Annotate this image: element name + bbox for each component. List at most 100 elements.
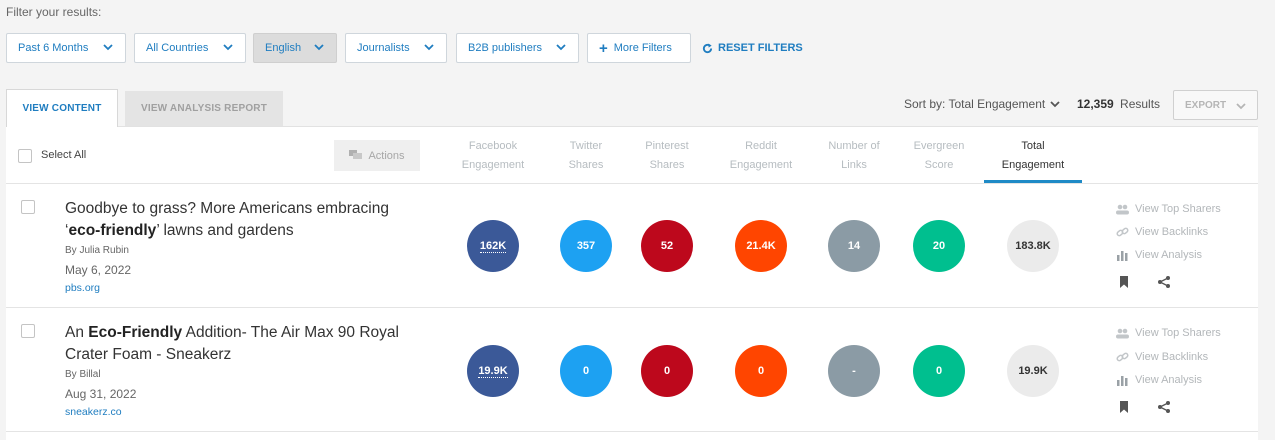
export-button[interactable]: EXPORT [1173,90,1258,120]
users-icon [1116,328,1129,338]
chevron-down-icon [1236,103,1246,110]
view-top-sharers-link[interactable]: View Top Sharers [1116,203,1221,215]
reddit-engagement-metric: 0 [735,345,787,397]
column-evergreen-score[interactable]: Evergreen Score [899,137,979,175]
chevron-down-icon [223,44,233,51]
link-icon [1116,227,1129,236]
reset-filters-button[interactable]: RESET FILTERS [702,33,803,63]
column-label-line2: Engagement [461,159,525,171]
article-domain[interactable]: pbs.org [65,282,100,294]
facebook-engagement-metric[interactable]: 162K [467,220,519,272]
view-backlinks-label: View Backlinks [1135,351,1209,363]
column-label-line1: Number of [828,140,880,152]
share-icon[interactable] [1157,275,1171,289]
more-filters-button[interactable]: + More Filters [587,33,691,63]
column-label-line1: Twitter [569,140,603,152]
column-label-line2: Links [841,159,867,171]
row-checkbox[interactable] [21,324,35,338]
number-of-links-metric: - [828,345,880,397]
metric-value: 0 [935,365,943,377]
column-label-line1: Pinterest [645,140,689,152]
view-analysis-link[interactable]: View Analysis [1116,249,1202,261]
select-all-checkbox[interactable] [18,149,32,163]
row-checkbox[interactable] [21,200,35,214]
filter-language-label: English [265,42,302,54]
column-reddit-engagement[interactable]: Reddit Engagement [721,137,801,175]
evergreen-score-metric: 20 [913,220,965,272]
sort-by-label: Sort by: Total Engagement [904,97,1046,111]
chevron-down-icon [103,44,113,51]
total-engagement-metric: 183.8K [1007,220,1059,272]
metric-value: 21.4K [746,240,776,252]
filter-country-label: All Countries [146,42,209,54]
column-label-line2: Engagement [729,159,793,171]
filter-date-dropdown[interactable]: Past 6 Months [6,33,126,63]
filter-publishers-dropdown[interactable]: B2B publishers [456,33,579,63]
chevron-down-icon [424,44,434,51]
view-analysis-link[interactable]: View Analysis [1116,374,1202,386]
refresh-icon [702,42,713,53]
view-analysis-label: View Analysis [1135,374,1203,386]
reset-filters-label: RESET FILTERS [718,42,803,54]
sort-by-dropdown[interactable]: Sort by: Total Engagement [904,97,1060,111]
metric-value: 19.9K [478,364,508,378]
bar-chart-icon [1117,250,1128,261]
article-date: May 6, 2022 [65,263,132,277]
results-panel: Select All Actions Facebook Engagement T… [6,126,1258,440]
view-top-sharers-label: View Top Sharers [1135,327,1221,339]
table-row: An Eco-Friendly Addition- The Air Max 90… [6,307,1258,431]
tab-view-analysis-report[interactable]: VIEW ANALYSIS REPORT [125,91,283,126]
view-top-sharers-link[interactable]: View Top Sharers [1116,327,1221,339]
column-label-line1: Total [1021,140,1045,152]
article-title[interactable]: Goodbye to grass? More Americans embraci… [65,198,415,242]
twitter-shares-metric: 357 [560,220,612,272]
column-number-of-links[interactable]: Number of Links [814,137,894,175]
column-label-line2: Engagement [1001,159,1065,171]
share-icon[interactable] [1157,400,1171,414]
column-twitter-shares[interactable]: Twitter Shares [546,137,626,175]
article-title-part: ’ lawns and gardens [156,222,294,239]
filter-date-label: Past 6 Months [18,42,89,54]
filter-journalists-label: Journalists [357,42,410,54]
table-row: Goodbye to grass? More Americans embraci… [6,183,1258,307]
chevron-down-icon [314,44,324,51]
filter-country-dropdown[interactable]: All Countries [134,33,246,63]
filter-language-dropdown[interactable]: English [253,33,337,63]
table-row [6,431,1258,440]
more-filters-label: More Filters [613,42,672,54]
tab-view-content[interactable]: VIEW CONTENT [6,89,118,127]
metric-value: 0 [582,365,590,377]
article-date: Aug 31, 2022 [65,387,137,401]
metric-value: 52 [660,240,674,252]
article-domain[interactable]: sneakerz.co [65,406,122,418]
column-label-line2: Shares [649,159,685,171]
view-backlinks-label: View Backlinks [1135,226,1209,238]
view-backlinks-link[interactable]: View Backlinks [1116,226,1208,238]
column-pinterest-shares[interactable]: Pinterest Shares [627,137,707,175]
column-total-engagement[interactable]: Total Engagement [993,137,1073,175]
filter-caption: Filter your results: [6,5,102,19]
chevron-down-icon [1050,101,1060,108]
pinterest-shares-metric: 52 [641,220,693,272]
actions-button[interactable]: Actions [334,140,420,171]
total-engagement-metric: 19.9K [1007,345,1059,397]
bookmark-icon[interactable] [1117,275,1131,289]
facebook-engagement-metric[interactable]: 19.9K [467,345,519,397]
pinterest-shares-metric: 0 [641,345,693,397]
filter-journalists-dropdown[interactable]: Journalists [345,33,447,63]
chevron-down-icon [556,44,566,51]
twitter-shares-metric: 0 [560,345,612,397]
column-label-line1: Reddit [745,140,777,152]
select-all-label[interactable]: Select All [41,149,86,161]
view-backlinks-link[interactable]: View Backlinks [1116,351,1208,363]
article-title[interactable]: An Eco-Friendly Addition- The Air Max 90… [65,322,415,366]
bookmark-icon[interactable] [1117,400,1131,414]
article-author: By Julia Rubin [65,245,129,256]
reddit-engagement-metric: 21.4K [735,220,787,272]
metric-value: 19.9K [1018,365,1048,377]
plus-icon: + [599,39,608,57]
metric-value: 183.8K [1015,240,1051,252]
article-title-part: Goodbye to grass? More Americans embraci… [65,200,389,217]
column-facebook-engagement[interactable]: Facebook Engagement [453,137,533,175]
results-label: Results [1120,97,1161,111]
